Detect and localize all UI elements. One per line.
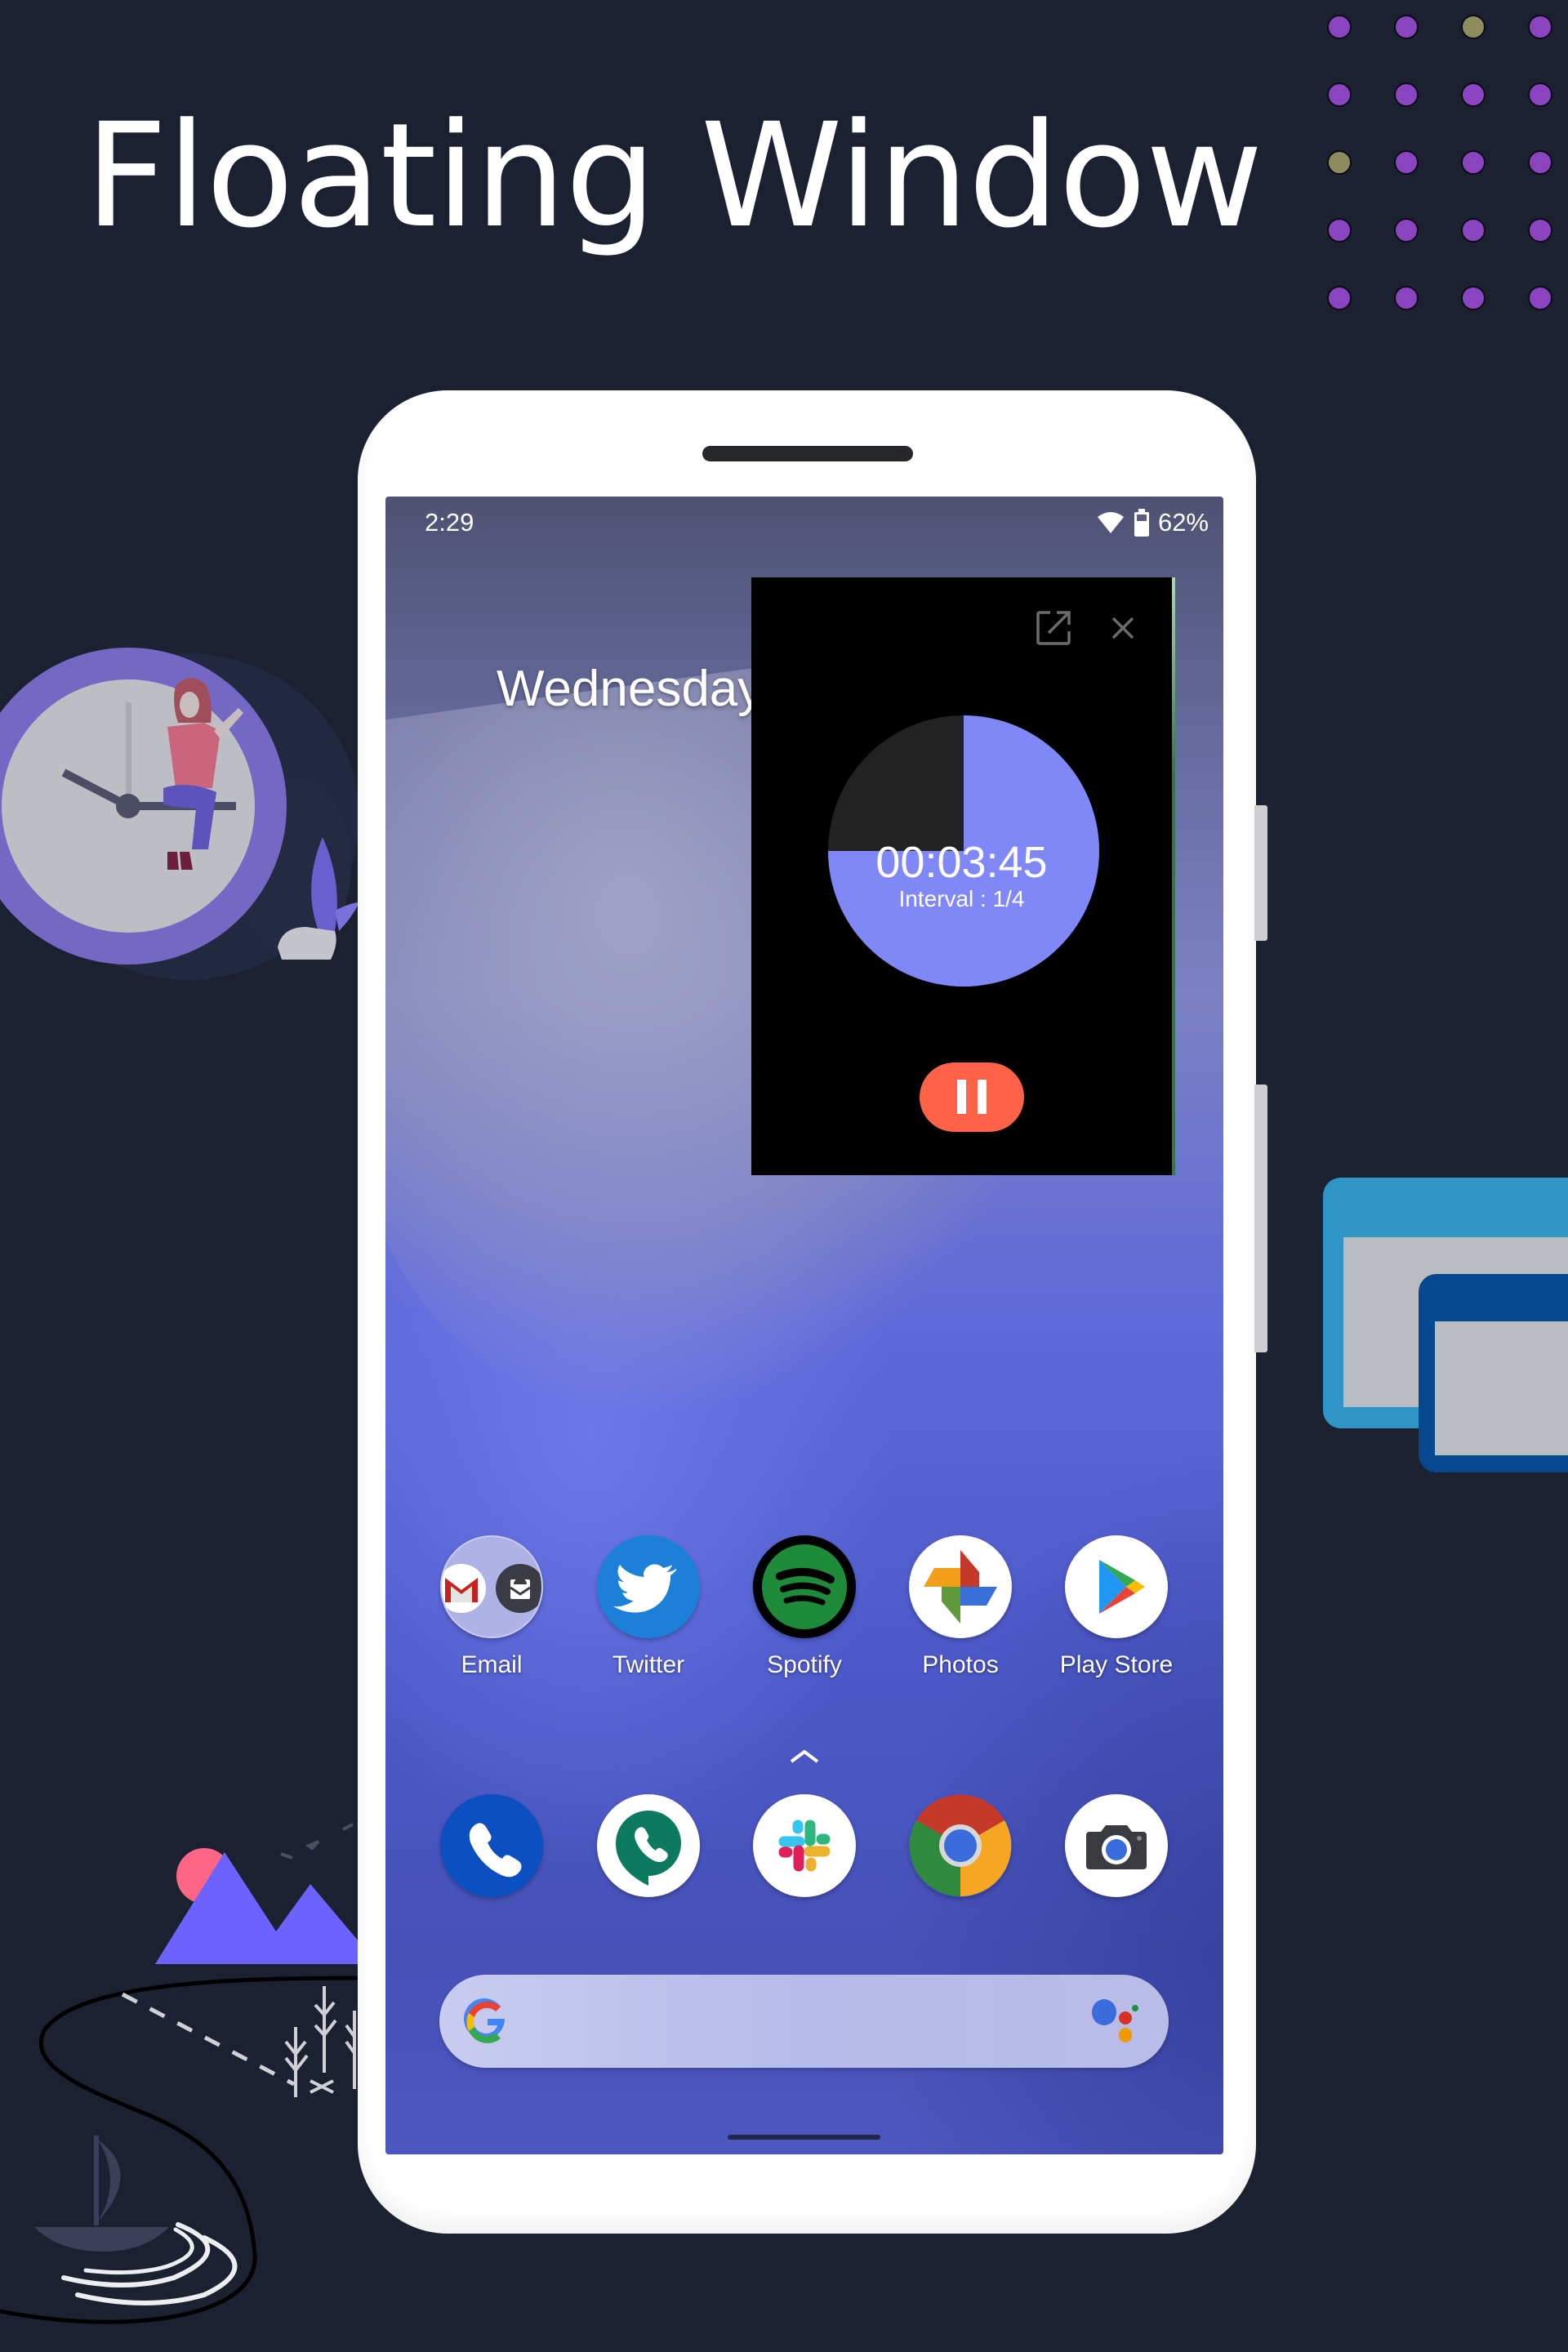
decorative-dot [1394,286,1419,310]
email-icon [440,1535,543,1638]
chrome-icon [909,1794,1012,1897]
power-button[interactable] [1254,1085,1267,1352]
pause-bar [957,1080,966,1114]
phone-screen: 2:29 62% Wednesday 00:03:45 Interval : 1… [385,497,1223,2154]
phone-speaker [702,446,913,461]
dock-camera[interactable] [1047,1794,1186,1900]
wifi-icon [1097,512,1124,533]
decorative-dot [1528,218,1552,243]
battery-percent: 62% [1157,508,1209,537]
decorative-dot [1327,15,1352,39]
decorative-dot [1461,15,1486,39]
decorative-dot [1461,218,1486,243]
decorative-dot [1461,150,1486,175]
app-label: Play Store [1059,1651,1174,1678]
app-play-store[interactable]: Play Store [1047,1535,1186,1715]
clock-center [116,794,140,818]
date-widget[interactable]: Wednesday [497,660,763,718]
clock-illustration [0,648,359,980]
assistant-icon[interactable] [1091,1999,1140,2045]
phone-icon [440,1794,543,1897]
decorative-dot [1394,218,1419,243]
app-label: Twitter [612,1651,685,1678]
app-email[interactable]: Email [422,1535,561,1715]
decorative-dot [1528,15,1552,39]
close-icon[interactable] [1111,617,1134,639]
google-search-bar[interactable] [439,1975,1169,2068]
decorative-dot [1528,150,1552,175]
dock-chrome[interactable] [891,1794,1030,1900]
chevron-up-icon[interactable] [788,1748,821,1765]
pause-button[interactable] [920,1062,1024,1132]
dock-slack[interactable] [735,1794,874,1900]
decorative-dot [1461,82,1486,107]
app-label: Photos [922,1651,999,1678]
slack-icon [753,1794,856,1897]
clock-minute-hand [126,702,131,804]
pause-bar [978,1080,987,1114]
twitter-icon [597,1535,700,1638]
decorative-dot [1394,150,1419,175]
home-indicator[interactable] [728,2135,880,2140]
decorative-dot [1528,82,1552,107]
decorative-dot [1327,82,1352,107]
spotify-icon [753,1535,856,1638]
status-icons: 62% [1096,508,1209,537]
decorative-dot [1327,286,1352,310]
hangouts-icon [597,1794,700,1897]
page-title: Floating Window [85,92,1263,260]
front-window-pane [1435,1321,1568,1455]
status-time: 2:29 [425,508,474,537]
photos-icon [909,1535,1012,1638]
windows-illustration [1323,1178,1568,1472]
dock-phone[interactable] [422,1794,561,1900]
sailboat [34,2136,169,2252]
decorative-dot [1528,286,1552,310]
decorative-dot [1461,286,1486,310]
trees [284,1986,356,2097]
google-g-icon[interactable] [462,1998,511,2047]
decorative-dot [1394,15,1419,39]
app-label: Email [461,1651,523,1678]
landscape-illustration [0,1823,368,2324]
open-external-icon[interactable] [1036,610,1071,646]
floating-window[interactable]: 00:03:45 Interval : 1/4 [751,577,1175,1175]
birds [280,1823,354,1860]
decorative-dot [1394,82,1419,107]
play-store-icon [1065,1535,1168,1638]
volume-button[interactable] [1254,805,1267,941]
decorative-dot [1327,150,1352,175]
dashed-path [121,1992,296,2087]
battery-icon [1134,509,1149,537]
camera-icon [1065,1794,1168,1897]
app-twitter[interactable]: Twitter [579,1535,718,1715]
app-photos[interactable]: Photos [891,1535,1030,1715]
timer-display: 00:03:45 [875,838,1048,887]
dock-hangouts[interactable] [579,1794,718,1900]
decorative-dots [1327,15,1568,325]
decorative-dot [1327,218,1352,243]
app-spotify[interactable]: Spotify [735,1535,874,1715]
interval-label: Interval : 1/4 [898,886,1025,911]
app-label: Spotify [767,1651,842,1678]
